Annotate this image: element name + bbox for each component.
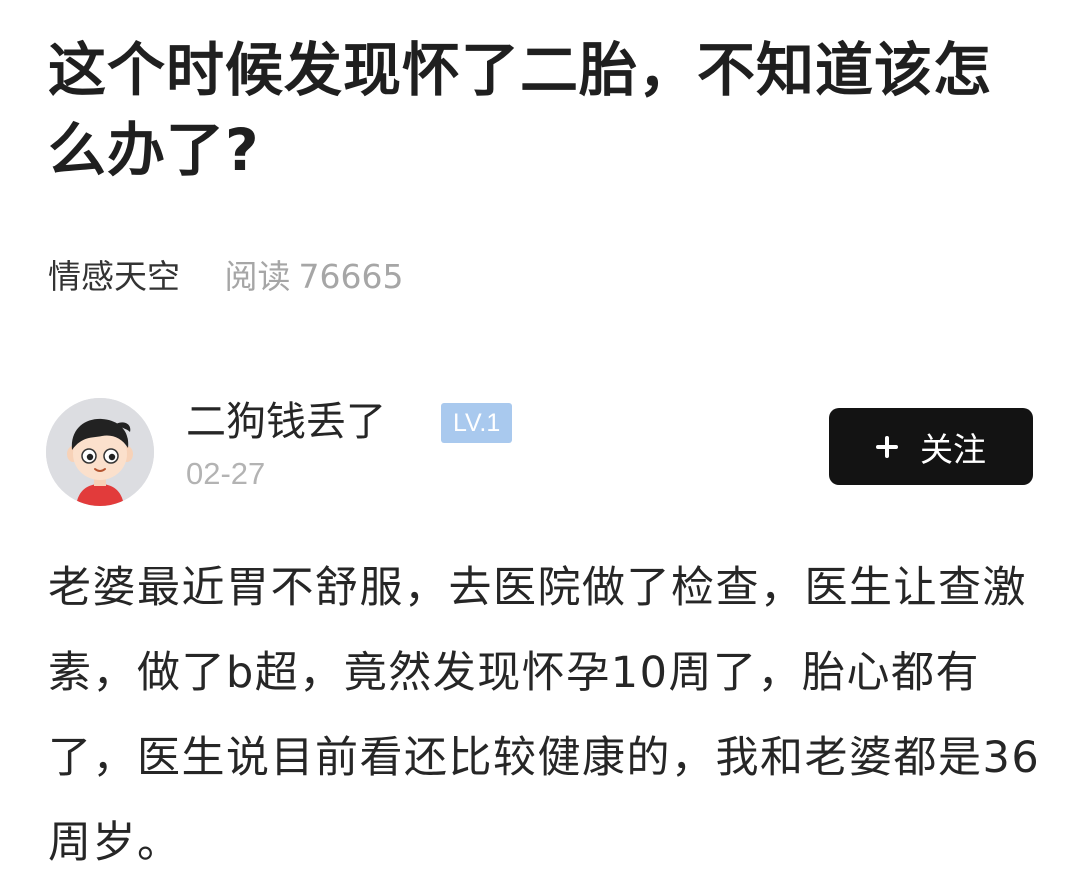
post-title: 这个时候发现怀了二胎，不知道该怎么办了? xyxy=(48,36,993,184)
post-meta: 情感天空 阅读 76665 xyxy=(48,252,403,302)
read-count: 阅读 76665 xyxy=(225,257,404,296)
follow-button-label: 关注 xyxy=(920,429,986,469)
read-count-value: 76665 xyxy=(298,257,404,296)
post-body: 老婆最近胃不舒服，去医院做了检查，医生让查激素，做了b超，竟然发现怀孕10周了，… xyxy=(48,563,1041,868)
author-name[interactable]: 二狗钱丢了 xyxy=(186,394,386,450)
category-link[interactable]: 情感天空 xyxy=(48,257,180,296)
cartoon-boy-avatar-icon xyxy=(46,398,154,506)
plus-icon xyxy=(876,435,898,458)
follow-button[interactable]: 关注 xyxy=(829,408,1033,485)
avatar[interactable] xyxy=(46,398,154,506)
read-count-label: 阅读 xyxy=(224,257,291,296)
post-date: 02-27 xyxy=(186,456,266,491)
level-badge: LV.1 xyxy=(441,403,513,443)
